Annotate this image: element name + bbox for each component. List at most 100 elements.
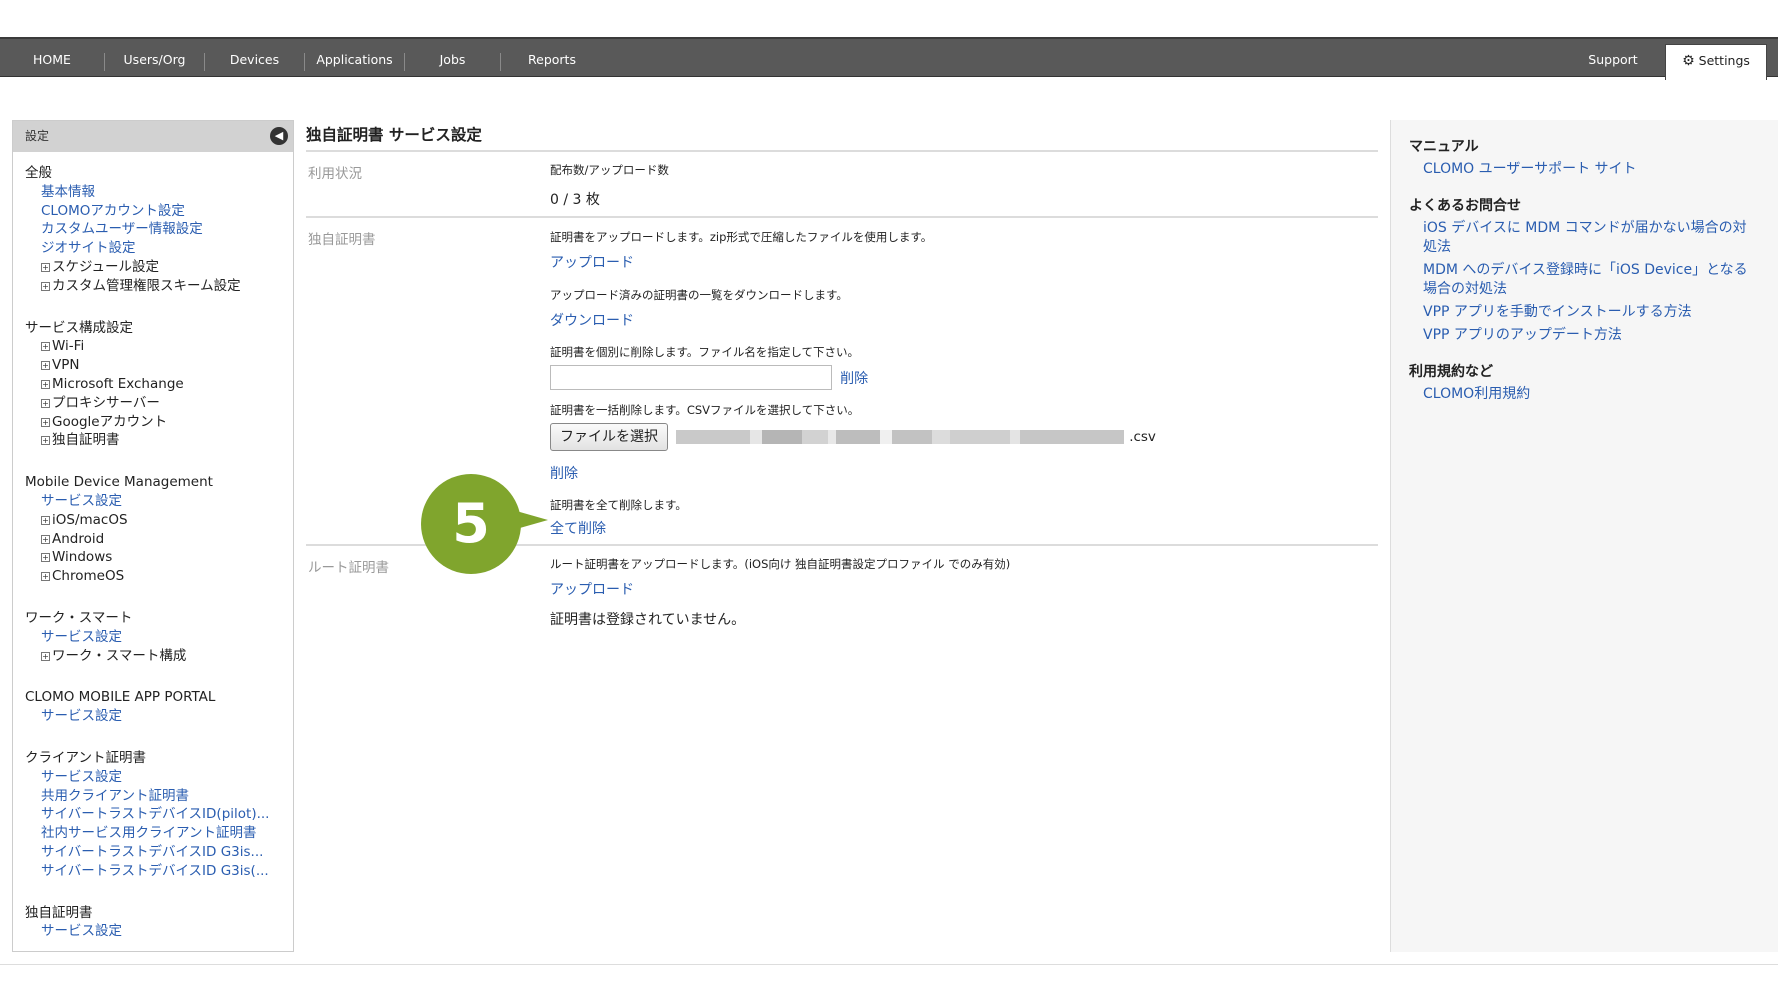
sidebar-item-chromeos[interactable]: + ChromeOS	[25, 567, 293, 586]
sidebar-item-android[interactable]: + Android	[25, 530, 293, 549]
faq-link[interactable]: iOS デバイスに MDM コマンドが届かない場合の対処法	[1409, 219, 1759, 257]
sidebar-item-label: プロキシサーバー	[52, 394, 160, 411]
sidebar-item-label: スケジュール設定	[52, 258, 160, 275]
sidebar-item-account-settings[interactable]: CLOMOアカウント設定	[25, 202, 293, 221]
own-cert-label: 独自証明書	[308, 232, 376, 248]
filename-input[interactable]	[550, 365, 832, 390]
sidebar-item-client-cert-service[interactable]: サービス設定	[25, 768, 293, 787]
support-site-link[interactable]: CLOMO ユーザーサポート サイト	[1409, 160, 1759, 179]
expand-icon[interactable]: +	[41, 436, 50, 446]
download-description: アップロード済みの証明書の一覧をダウンロードします。	[550, 288, 848, 302]
sidebar-item-mdm-service[interactable]: サービス設定	[25, 492, 293, 511]
sidebar-section-title: CLOMO MOBILE APP PORTAL	[25, 689, 216, 706]
expand-icon[interactable]: +	[41, 379, 50, 389]
sidebar-item-label: ChromeOS	[52, 568, 125, 585]
expand-icon[interactable]: +	[41, 262, 50, 272]
sidebar-section-title: Mobile Device Management	[25, 474, 213, 491]
sidebar-item-shared-client-cert[interactable]: 共用クライアント証明書	[25, 787, 293, 806]
sidebar-item-label: Windows	[52, 549, 113, 566]
help-panel: マニュアル CLOMO ユーザーサポート サイト よくあるお問合せ iOS デバ…	[1390, 120, 1778, 952]
nav-jobs[interactable]: Jobs	[405, 39, 500, 77]
upload-link[interactable]: アップロード	[550, 252, 1378, 272]
delete-link[interactable]: 削除	[840, 371, 868, 387]
sidebar-item-label: Wi-Fi	[52, 338, 85, 355]
sidebar-item-proxy[interactable]: + プロキシサーバー	[25, 394, 293, 413]
sidebar-item-windows[interactable]: + Windows	[25, 548, 293, 567]
usage-caption: 配布数/アップロード数	[550, 163, 669, 177]
faq-heading: よくあるお問合せ	[1409, 198, 1521, 214]
sidebar-item-geosite[interactable]: ジオサイト設定	[25, 239, 293, 258]
expand-icon[interactable]: +	[41, 534, 50, 544]
sidebar-item-custom-user-info[interactable]: カスタムユーザー情報設定	[25, 220, 293, 239]
expand-icon[interactable]: +	[41, 651, 50, 661]
page-title: 独自証明書 サービス設定	[306, 126, 482, 144]
sidebar-item-work-smart-service[interactable]: サービス設定	[25, 628, 293, 647]
expand-icon[interactable]: +	[41, 342, 50, 352]
usage-count: 0 / 3 枚	[550, 192, 600, 208]
nav-devices[interactable]: Devices	[205, 39, 304, 77]
root-upload-description: ルート証明書をアップロードします。(iOS向け 独自証明書設定プロファイル での…	[550, 557, 1011, 571]
step-callout-badge: 5	[421, 474, 521, 574]
collapse-sidebar-icon[interactable]: ◀	[270, 127, 288, 145]
sidebar-item-label: カスタム管理権限スキーム設定	[52, 277, 241, 294]
sidebar-item-internal-client-cert[interactable]: 社内サービス用クライアント証明書	[25, 824, 293, 843]
sidebar-item-ios-macos[interactable]: + iOS/macOS	[25, 511, 293, 530]
root-cert-label: ルート証明書	[308, 560, 389, 576]
sidebar-item-label: Android	[52, 530, 105, 547]
expand-icon[interactable]: +	[41, 417, 50, 427]
choose-file-button[interactable]: ファイルを選択	[550, 423, 668, 451]
file-extension: .csv	[1129, 429, 1156, 445]
expand-icon[interactable]: +	[41, 361, 50, 371]
sidebar-section-title: 全般	[25, 165, 52, 181]
sidebar-item-label: Microsoft Exchange	[52, 375, 184, 392]
delete-all-link[interactable]: 全て削除	[550, 518, 1378, 538]
faq-link[interactable]: MDM へのデバイス登録時に「iOS Device」となる場合の対処法	[1409, 261, 1759, 299]
sidebar-section-title: サービス構成設定	[25, 319, 133, 336]
sidebar-item-label: 独自証明書	[52, 432, 120, 449]
sidebar-item-own-cert-service[interactable]: サービス設定	[25, 922, 293, 941]
usage-row: 利用状況 配布数/アップロード数 0 / 3 枚	[306, 152, 1378, 218]
sidebar-item-label: iOS/macOS	[52, 511, 128, 528]
terms-link[interactable]: CLOMO利用規約	[1409, 385, 1759, 404]
sidebar-section-title: ワーク・スマート	[25, 609, 133, 626]
expand-icon[interactable]: +	[41, 398, 50, 408]
sidebar-item-work-smart-config[interactable]: + ワーク・スマート構成	[25, 647, 293, 666]
sidebar-item-wifi[interactable]: + Wi-Fi	[25, 337, 293, 356]
sidebar-item-app-portal-service[interactable]: サービス設定	[25, 707, 293, 726]
expand-icon[interactable]: +	[41, 281, 50, 291]
sidebar-item-cybertrust-g3is-2[interactable]: サイバートラストデバイスID G3is(...	[25, 862, 293, 881]
usage-label: 利用状況	[308, 166, 362, 182]
sidebar-item-schedule[interactable]: + スケジュール設定	[25, 258, 293, 277]
nav-home[interactable]: HOME	[0, 39, 104, 77]
nav-settings[interactable]: ⚙ Settings	[1665, 44, 1767, 80]
selected-filename	[676, 427, 1129, 446]
bulk-delete-link[interactable]: 削除	[550, 463, 1378, 483]
nav-users-org[interactable]: Users/Org	[105, 39, 204, 77]
upload-description: 証明書をアップロードします。zip形式で圧縮したファイルを使用します。	[550, 230, 933, 244]
download-link[interactable]: ダウンロード	[550, 310, 1378, 330]
sidebar-item-basic-info[interactable]: 基本情報	[25, 183, 293, 202]
settings-sidebar: 設定 ◀ 全般 基本情報 CLOMOアカウント設定 カスタムユーザー情報設定 ジ…	[12, 120, 294, 952]
nav-support[interactable]: Support	[1570, 39, 1656, 77]
sidebar-item-permission-scheme[interactable]: + カスタム管理権限スキーム設定	[25, 277, 293, 296]
expand-icon[interactable]: +	[41, 572, 50, 582]
expand-icon[interactable]: +	[41, 515, 50, 525]
bulk-delete-description: 証明書を一括削除します。CSVファイルを選択して下さい。	[550, 403, 860, 417]
expand-icon[interactable]: +	[41, 553, 50, 563]
faq-link[interactable]: VPP アプリを手動でインストールする方法	[1409, 303, 1759, 322]
faq-link[interactable]: VPP アプリのアップデート方法	[1409, 326, 1759, 345]
top-nav: HOME Users/Org Devices Applications Jobs…	[0, 37, 1778, 80]
sidebar-item-cybertrust-g3is[interactable]: サイバートラストデバイスID G3is...	[25, 843, 293, 862]
sidebar-item-cybertrust-pilot[interactable]: サイバートラストデバイスID(pilot)...	[25, 805, 293, 824]
sidebar-item-own-cert[interactable]: + 独自証明書	[25, 431, 293, 450]
root-upload-link[interactable]: アップロード	[550, 579, 1378, 599]
sidebar-item-google-account[interactable]: + Googleアカウント	[25, 413, 293, 432]
delete-all-description: 証明書を全て削除します。	[550, 498, 687, 512]
divider	[0, 964, 1778, 965]
sidebar-item-label: VPN	[52, 357, 80, 374]
sidebar-item-vpn[interactable]: + VPN	[25, 356, 293, 375]
manual-heading: マニュアル	[1409, 139, 1479, 155]
sidebar-item-exchange[interactable]: + Microsoft Exchange	[25, 375, 293, 394]
nav-applications[interactable]: Applications	[305, 39, 404, 77]
nav-reports[interactable]: Reports	[501, 39, 603, 77]
